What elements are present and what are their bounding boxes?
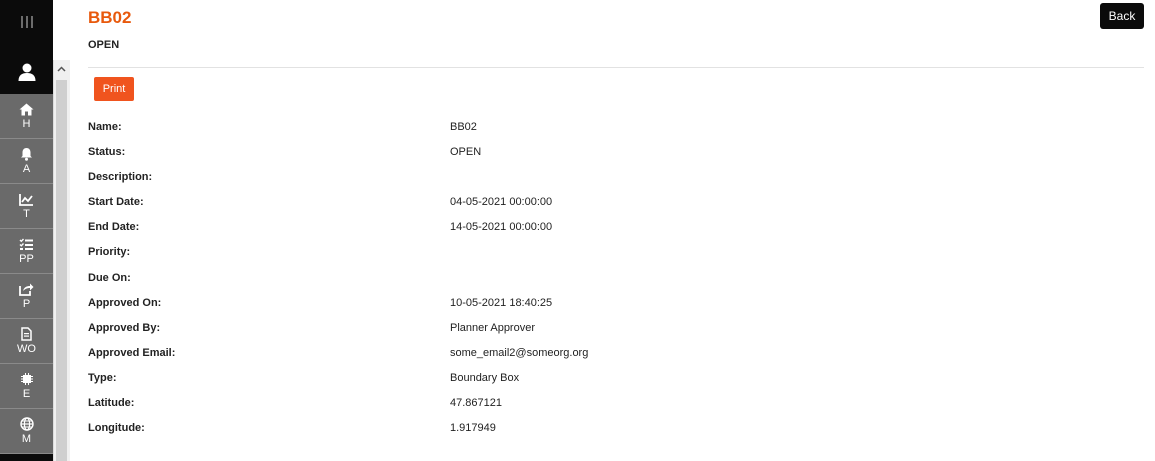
sidebar-item-pp[interactable]: PP	[0, 229, 53, 274]
back-button[interactable]: Back	[1100, 3, 1144, 29]
detail-row-approved-by: Approved By: Planner Approver	[88, 319, 888, 344]
user-icon	[18, 63, 35, 81]
detail-value: Boundary Box	[450, 371, 520, 384]
page-title: BB02	[88, 8, 132, 27]
scroll-up-button[interactable]	[53, 60, 70, 78]
detail-label: Description:	[88, 171, 153, 184]
menu-icon	[20, 16, 33, 28]
detail-value: 10-05-2021 18:40:25	[450, 296, 553, 309]
sidebar-nav: H A T PP P WO E M	[0, 94, 53, 454]
menu-toggle-button[interactable]	[0, 0, 53, 44]
main-content: BB02 OPEN Back Print Name: BB02 Status: …	[88, 0, 1144, 461]
detail-label: Due On:	[88, 271, 131, 284]
detail-value: 14-05-2021 00:00:00	[450, 221, 553, 234]
detail-value: BB02	[450, 121, 477, 133]
sidebar-item-p[interactable]: P	[0, 274, 53, 319]
sidebar-item-map[interactable]: M	[0, 409, 53, 454]
user-profile-button[interactable]	[0, 50, 53, 94]
detail-value: 1.917949	[450, 422, 496, 435]
sidebar-item-alerts[interactable]: A	[0, 139, 53, 184]
detail-label: Approved On:	[88, 296, 162, 309]
detail-row-latitude: Latitude: 47.867121	[88, 394, 888, 419]
detail-row-end-date: End Date: 14-05-2021 00:00:00	[88, 218, 888, 243]
detail-value: 04-05-2021 00:00:00	[450, 196, 553, 209]
detail-row-due-on: Due On:	[88, 269, 888, 294]
list-check-icon	[19, 238, 33, 250]
sidebar-item-label: T	[23, 207, 30, 220]
file-icon	[21, 327, 32, 341]
detail-row-longitude: Longitude: 1.917949	[88, 419, 888, 444]
globe-icon	[19, 417, 34, 431]
home-icon	[19, 103, 34, 115]
detail-label: Name:	[88, 121, 122, 133]
chart-line-icon	[19, 193, 33, 206]
sidebar-item-label: H	[22, 117, 31, 130]
divider	[88, 67, 1144, 68]
detail-label: Approved By:	[88, 321, 161, 334]
chip-icon	[20, 373, 33, 385]
detail-row-name: Name: BB02	[88, 118, 888, 143]
detail-row-description: Description:	[88, 168, 888, 193]
sidebar-item-home[interactable]: H	[0, 94, 53, 139]
detail-row-approved-email: Approved Email: some_email2@someorg.org	[88, 344, 888, 369]
share-icon	[19, 283, 34, 296]
detail-label: Type:	[88, 371, 117, 384]
detail-value: 47.867121	[450, 397, 502, 410]
detail-label: Start Date:	[88, 196, 144, 209]
details-list: Name: BB02 Status: OPEN Description: Sta…	[88, 118, 888, 444]
sidebar-item-label: P	[22, 298, 31, 310]
sidebar-item-label: E	[22, 388, 31, 400]
print-button[interactable]: Print	[94, 77, 134, 101]
detail-value: Planner Approver	[450, 321, 535, 334]
sidebar-item-trends[interactable]: T	[0, 184, 53, 229]
detail-label: End Date:	[88, 221, 140, 234]
scrollbar-gap	[53, 0, 70, 60]
detail-row-start-date: Start Date: 04-05-2021 00:00:00	[88, 193, 888, 218]
detail-label: Priority:	[88, 246, 131, 259]
detail-label: Status:	[88, 146, 126, 159]
bell-icon	[21, 148, 32, 161]
detail-row-status: Status: OPEN	[88, 143, 888, 168]
sidebar: H A T PP P WO E M	[0, 0, 53, 461]
detail-label: Approved Email:	[88, 346, 176, 359]
status-subtitle: OPEN	[88, 39, 120, 51]
detail-label: Longitude:	[88, 422, 145, 435]
detail-value: some_email2@someorg.org	[450, 346, 589, 359]
sidebar-item-label: WO	[17, 343, 36, 355]
sidebar-item-wo[interactable]: WO	[0, 319, 53, 364]
detail-row-type: Type: Boundary Box	[88, 369, 888, 394]
detail-value: OPEN	[450, 146, 482, 159]
sidebar-item-label: PP	[19, 252, 34, 265]
sidebar-item-label: A	[22, 163, 31, 175]
sidebar-item-label: M	[21, 433, 32, 445]
sidebar-item-e[interactable]: E	[0, 364, 53, 409]
chevron-up-icon	[57, 66, 66, 72]
detail-label: Latitude:	[88, 397, 135, 410]
scrollbar-thumb[interactable]	[56, 80, 67, 461]
detail-row-approved-on: Approved On: 10-05-2021 18:40:25	[88, 294, 888, 319]
detail-row-priority: Priority:	[88, 243, 888, 268]
